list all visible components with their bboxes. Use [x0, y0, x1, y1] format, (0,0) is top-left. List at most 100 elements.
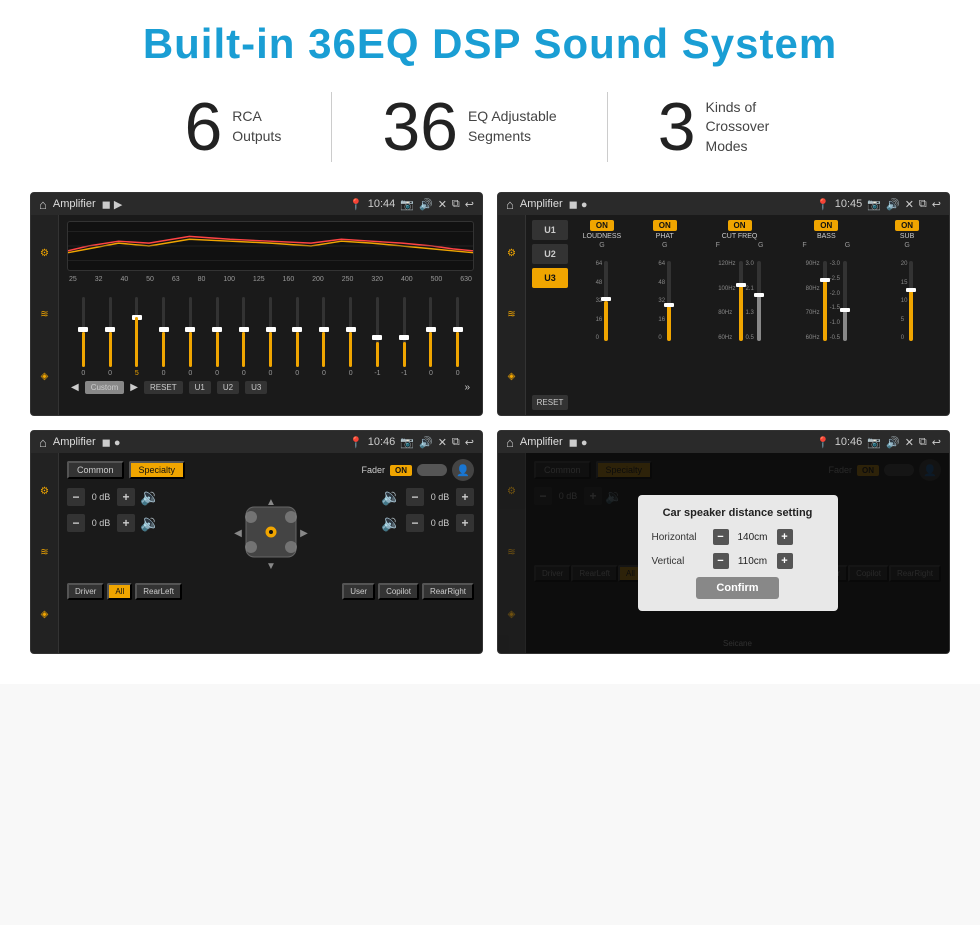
fr-plus-btn[interactable]: +	[456, 488, 474, 506]
horizontal-minus-btn[interactable]: −	[713, 529, 729, 545]
stat-eq: 36 EQ Adjustable Segments	[332, 93, 606, 161]
location2-icon: 📍	[816, 198, 830, 211]
eq-slider-11[interactable]: 0	[338, 297, 363, 377]
u2-btn[interactable]: U2	[217, 381, 239, 394]
location3-icon: 📍	[349, 436, 363, 449]
rearleft-zone-btn[interactable]: RearLeft	[135, 583, 182, 600]
eq-slider-1[interactable]: 0	[71, 297, 96, 377]
fader-diagram: ▲ ▼ ◀ ▶	[226, 487, 316, 577]
fader-user-btn[interactable]: 👤	[452, 459, 474, 481]
fr-value: 0 dB	[427, 492, 453, 502]
back-icon[interactable]: ↩	[465, 198, 474, 211]
rl-speaker-icon: 🔉	[140, 513, 160, 533]
topbar2-right: 📍 10:45 📷 🔊 ✕ ⧉ ↩	[816, 198, 941, 211]
vertical-minus-btn[interactable]: −	[713, 553, 729, 569]
eq-slider-5[interactable]: 0	[178, 297, 203, 377]
eq-slider-6[interactable]: 0	[205, 297, 230, 377]
eq-slider-3[interactable]: 5	[124, 297, 149, 377]
eq-slider-8[interactable]: 0	[258, 297, 283, 377]
speaker4-ctrl-icon: ◈	[508, 609, 516, 620]
screen1-sidebar: ⚙ ≋ ◈	[31, 215, 59, 415]
fader-left-controls: − 0 dB + 🔉 − 0 dB + 🔉	[67, 487, 160, 533]
u1-btn[interactable]: U1	[189, 381, 211, 394]
rl-plus-btn[interactable]: +	[117, 514, 135, 532]
copilot-zone-btn[interactable]: Copilot	[378, 583, 419, 600]
screen4-body: ⚙ ≋ ◈ Common Specialty Fader ON	[498, 453, 949, 653]
page-title: Built-in 36EQ DSP Sound System	[30, 20, 950, 68]
speaker4-icon: 🔊	[886, 436, 900, 449]
back4-icon[interactable]: ↩	[932, 436, 941, 449]
screen3-time: 10:46	[368, 436, 396, 448]
rearright-zone-btn[interactable]: RearRight	[422, 583, 474, 600]
specialty-tab[interactable]: Specialty	[129, 461, 186, 479]
stat-rca: 6 RCA Outputs	[134, 93, 331, 161]
common-tab[interactable]: Common	[67, 461, 124, 479]
u3-btn[interactable]: U3	[245, 381, 267, 394]
eq-slider-12[interactable]: -1	[365, 297, 390, 377]
rl-minus-btn[interactable]: −	[67, 514, 85, 532]
play-back-btn[interactable]: ◀	[71, 382, 79, 393]
rr-plus-btn[interactable]: +	[456, 514, 474, 532]
eq-slider-9[interactable]: 0	[285, 297, 310, 377]
crossover-tabs: U1 U2 U3 RESET	[532, 220, 568, 410]
vertical-plus-btn[interactable]: +	[777, 553, 793, 569]
play-fwd-btn[interactable]: ▶	[130, 382, 138, 393]
channel-cutfreq: ON CUT FREQ F G 120Hz 100Hz 80Hz	[698, 220, 782, 410]
fr-minus-btn[interactable]: −	[406, 488, 424, 506]
close3-icon[interactable]: ✕	[438, 436, 447, 449]
eq-icon[interactable]: ⚙	[40, 248, 49, 259]
eq-slider-2[interactable]: 0	[98, 297, 123, 377]
close-icon[interactable]: ✕	[438, 198, 447, 211]
eq3-icon[interactable]: ⚙	[40, 486, 49, 497]
fader-toggle[interactable]	[417, 464, 447, 476]
eq-slider-13[interactable]: -1	[392, 297, 417, 377]
crossover-reset-btn[interactable]: RESET	[532, 395, 568, 410]
rl-value: 0 dB	[88, 518, 114, 528]
reset-btn[interactable]: RESET	[144, 381, 183, 394]
wave3-icon[interactable]: ≋	[40, 547, 48, 558]
fr-speaker-icon: 🔉	[381, 487, 401, 507]
horizontal-value: 140cm	[735, 532, 771, 543]
u3-tab[interactable]: U3	[532, 268, 568, 288]
u1-tab[interactable]: U1	[532, 220, 568, 240]
wave-icon[interactable]: ≋	[40, 309, 48, 320]
home4-icon[interactable]: ⌂	[506, 435, 514, 450]
back3-icon[interactable]: ↩	[465, 436, 474, 449]
speaker-icon: 🔊	[419, 198, 433, 211]
rr-minus-btn[interactable]: −	[406, 514, 424, 532]
home-icon[interactable]: ⌂	[39, 197, 47, 212]
close2-icon[interactable]: ✕	[905, 198, 914, 211]
home3-icon[interactable]: ⌂	[39, 435, 47, 450]
screen3-app-title: Amplifier	[53, 436, 96, 448]
fl-plus-btn[interactable]: +	[117, 488, 135, 506]
eq-slider-15[interactable]: 0	[445, 297, 470, 377]
horizontal-plus-btn[interactable]: +	[777, 529, 793, 545]
fader-on-btn[interactable]: ON	[390, 465, 412, 476]
fl-minus-btn[interactable]: −	[67, 488, 85, 506]
eq-slider-14[interactable]: 0	[419, 297, 444, 377]
all-zone-btn[interactable]: All	[107, 583, 132, 600]
u2-tab[interactable]: U2	[532, 244, 568, 264]
eq-slider-4[interactable]: 0	[151, 297, 176, 377]
user-zone-btn[interactable]: User	[342, 583, 375, 600]
driver-zone-btn[interactable]: Driver	[67, 583, 104, 600]
speaker2-ctrl-icon[interactable]: ◈	[508, 371, 516, 382]
screens-grid: ⌂ Amplifier ◼ ▶ 📍 10:44 📷 🔊 ✕ ⧉ ↩ ⚙ ≋	[30, 192, 950, 654]
eq-slider-10[interactable]: 0	[312, 297, 337, 377]
screen3-main: Common Specialty Fader ON 👤 −	[59, 453, 482, 653]
camera-icon: 📷	[400, 198, 414, 211]
eq-slider-7[interactable]: 0	[231, 297, 256, 377]
fader-right-controls: 🔉 − 0 dB + 🔉 − 0 dB +	[381, 487, 474, 533]
custom-btn[interactable]: Custom	[85, 381, 125, 394]
dialog-horizontal-row: Horizontal − 140cm +	[652, 529, 824, 545]
back2-icon[interactable]: ↩	[932, 198, 941, 211]
home2-icon[interactable]: ⌂	[506, 197, 514, 212]
eq2-icon[interactable]: ⚙	[507, 248, 516, 259]
close4-icon[interactable]: ✕	[905, 436, 914, 449]
speaker3-ctrl-icon[interactable]: ◈	[41, 609, 49, 620]
screen1-body: ⚙ ≋ ◈	[31, 215, 482, 415]
wave2-icon[interactable]: ≋	[507, 309, 515, 320]
confirm-button[interactable]: Confirm	[696, 577, 778, 599]
expand-icon[interactable]: »	[464, 382, 470, 393]
speaker-ctrl-icon[interactable]: ◈	[41, 371, 49, 382]
